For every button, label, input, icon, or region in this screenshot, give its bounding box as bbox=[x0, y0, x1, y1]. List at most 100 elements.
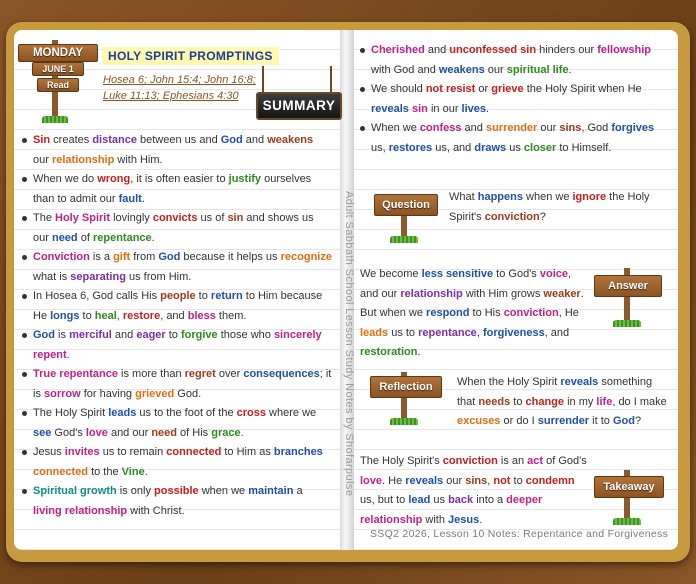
takeaway-sign: Takeaway bbox=[594, 476, 664, 498]
highlighted-word: True repentance bbox=[33, 368, 118, 380]
text-run: , and bbox=[160, 309, 188, 322]
list-item: Conviction is a gift from God because it… bbox=[22, 248, 332, 287]
list-item: True repentance is more than regret over… bbox=[22, 365, 332, 404]
highlighted-word: sins bbox=[465, 474, 488, 487]
highlighted-word: separating bbox=[70, 270, 126, 283]
text-run: us, bbox=[371, 141, 389, 154]
highlighted-word: reveals bbox=[560, 376, 599, 388]
text-run: , it is often easier to bbox=[130, 173, 229, 185]
text-run: to Himself. bbox=[556, 141, 612, 154]
highlighted-word: back bbox=[448, 494, 474, 506]
highlighted-word: recognize bbox=[280, 251, 332, 263]
highlighted-word: grieve bbox=[491, 83, 524, 95]
text-run: what is bbox=[33, 270, 71, 283]
text-run: . bbox=[141, 192, 145, 205]
highlighted-word: leads bbox=[108, 407, 137, 419]
highlighted-word: sins bbox=[559, 122, 582, 134]
highlighted-word: connected bbox=[33, 465, 89, 478]
text-run: , and bbox=[544, 326, 570, 339]
highlighted-word: restore bbox=[122, 309, 161, 322]
text-run: to bbox=[510, 474, 526, 487]
highlighted-word: condemn bbox=[525, 474, 575, 487]
highlighted-word: surrender bbox=[537, 415, 590, 427]
answer-text: We become less sensitive to God's voice,… bbox=[360, 265, 592, 363]
highlighted-word: sorrow bbox=[44, 387, 81, 400]
summary-rope-right bbox=[330, 66, 332, 94]
highlighted-word: wrong bbox=[97, 173, 131, 185]
text-run: hinders our bbox=[536, 44, 598, 56]
date-month-sign: JUNE 1 bbox=[32, 62, 84, 76]
text-run: when we bbox=[198, 485, 249, 497]
highlighted-word: God bbox=[220, 134, 243, 146]
text-run: to God's bbox=[493, 268, 540, 280]
highlighted-word: restores bbox=[388, 141, 433, 154]
text-run: creates bbox=[50, 134, 93, 146]
highlighted-word: grace bbox=[211, 426, 241, 439]
list-item: When we do wrong, it is often easier to … bbox=[22, 170, 332, 209]
highlighted-word: love bbox=[85, 426, 108, 439]
question-sign: Question bbox=[374, 194, 438, 216]
footer-lesson-title: SSQ2 2026, Lesson 10 Notes: Repentance a… bbox=[370, 528, 669, 540]
highlighted-word: bless bbox=[187, 309, 216, 322]
text-run: with bbox=[422, 513, 449, 526]
highlighted-word: weakens bbox=[267, 134, 314, 146]
text-run: is more than bbox=[117, 368, 185, 380]
text-run: , He bbox=[558, 307, 579, 319]
highlighted-word: fault bbox=[118, 192, 142, 205]
text-run: us to remain bbox=[99, 446, 167, 458]
text-run: it to bbox=[589, 415, 613, 427]
highlighted-word: possible bbox=[154, 485, 199, 497]
highlighted-word: weaker bbox=[543, 287, 581, 300]
highlighted-word: sin bbox=[227, 212, 244, 224]
text-run: or do I bbox=[500, 415, 538, 427]
text-run: and our bbox=[107, 426, 152, 439]
text-run: to His bbox=[469, 307, 504, 319]
highlighted-word: lead bbox=[408, 494, 431, 506]
highlighted-word: people bbox=[160, 290, 196, 302]
highlighted-word: God bbox=[612, 415, 635, 427]
text-run: of His bbox=[177, 426, 212, 439]
highlighted-word: Cherished bbox=[371, 44, 425, 56]
text-run: The Holy Spirit's bbox=[360, 455, 443, 467]
highlighted-word: Jesus bbox=[448, 513, 480, 526]
list-item: Cherished and unconfessed sin hinders ou… bbox=[360, 41, 665, 80]
highlighted-word: cross bbox=[236, 407, 266, 419]
takeaway-text: The Holy Spirit's conviction is an act o… bbox=[360, 452, 592, 530]
text-run: . bbox=[486, 102, 490, 115]
text-run: between us and bbox=[136, 134, 221, 146]
text-run: , God bbox=[581, 122, 612, 134]
text-run: of bbox=[77, 231, 93, 244]
list-item: Sin creates distance between us and God … bbox=[22, 131, 332, 170]
list-item: Jesus invites us to remain connected to … bbox=[22, 443, 332, 482]
highlighted-word: return bbox=[210, 290, 243, 302]
text-run: to bbox=[79, 309, 95, 322]
highlighted-word: reveals bbox=[371, 102, 409, 115]
text-run: When we do bbox=[33, 173, 98, 185]
text-run: in our bbox=[427, 102, 462, 115]
text-run: ? bbox=[634, 415, 642, 427]
highlighted-word: sin bbox=[412, 102, 428, 115]
text-run: to bbox=[195, 290, 211, 302]
grass-icon bbox=[390, 236, 418, 243]
text-run: our bbox=[484, 63, 507, 76]
text-run: Jesus bbox=[33, 446, 65, 458]
highlighted-word: act bbox=[527, 455, 544, 467]
text-run: to the bbox=[88, 465, 122, 478]
text-run: and bbox=[242, 134, 268, 146]
reference-line-1: Hosea 6; John 15:4; John 16:8; bbox=[103, 74, 256, 86]
text-run: ? bbox=[539, 210, 546, 223]
text-run: when we bbox=[522, 191, 573, 203]
text-run: . bbox=[240, 426, 244, 439]
summary-rope-left bbox=[262, 66, 264, 94]
question-text: What happens when we ignore the Holy Spi… bbox=[449, 188, 671, 227]
highlighted-word: regret bbox=[184, 368, 216, 380]
highlighted-word: distance bbox=[92, 134, 137, 146]
highlighted-word: conviction bbox=[503, 307, 559, 319]
text-run: in my bbox=[564, 395, 597, 408]
text-run: The Holy Spirit bbox=[33, 407, 109, 419]
highlighted-word: living relationship bbox=[33, 504, 128, 517]
highlighted-word: happens bbox=[477, 191, 523, 203]
text-run: God. bbox=[174, 387, 202, 400]
text-run: is an bbox=[497, 455, 528, 467]
highlighted-word: unconfessed sin bbox=[449, 44, 537, 56]
